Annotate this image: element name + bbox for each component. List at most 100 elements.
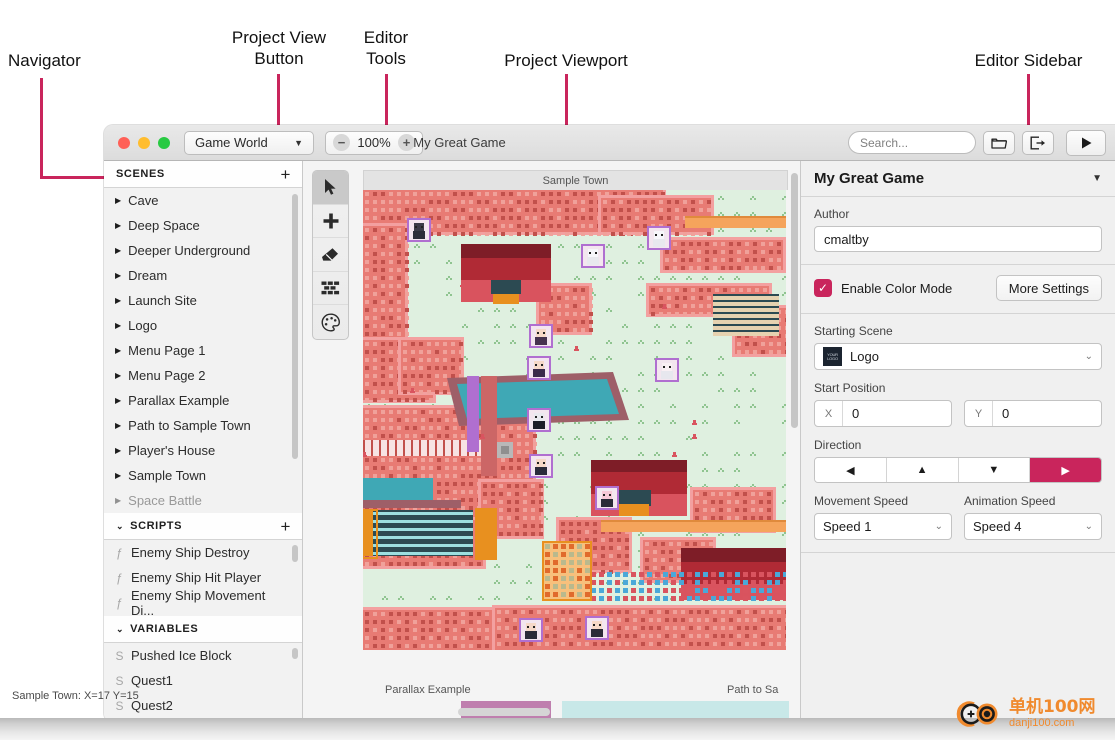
list-item[interactable]: ▶ Dream	[104, 263, 302, 288]
list-item[interactable]: ▶ Logo	[104, 313, 302, 338]
scene-name: Parallax Example	[128, 393, 230, 408]
movement-speed-select[interactable]: Speed 1 ⌄	[814, 513, 952, 540]
annotation-label-project-view-button: Project View Button	[231, 28, 327, 68]
author-field[interactable]: cmaltby	[814, 226, 1102, 252]
run-game-button[interactable]	[1066, 129, 1106, 156]
open-project-button[interactable]	[983, 130, 1015, 155]
folder-icon	[991, 138, 1007, 149]
chevron-right-icon: ▶	[115, 396, 122, 405]
start-position-y-field[interactable]: Y 0	[964, 400, 1102, 427]
variable-list[interactable]: S Pushed Ice Block S Quest1 S Quest2	[104, 643, 302, 722]
watermark-en: danji100.com	[1009, 717, 1075, 729]
scene-canvas[interactable]	[363, 190, 788, 674]
list-item[interactable]: ƒ Enemy Ship Destroy	[104, 540, 302, 565]
add-scene-button[interactable]: +	[280, 166, 291, 183]
maximize-window-button[interactable]	[158, 136, 170, 149]
add-script-button[interactable]: +	[280, 518, 291, 535]
list-item[interactable]: ▶ Path to Sample Town	[104, 413, 302, 438]
scene-name: Deeper Underground	[128, 243, 251, 258]
list-item[interactable]: ▶ Deeper Underground	[104, 238, 302, 263]
scene-thumbnail-icon: YOUR LOGO	[823, 347, 842, 366]
animation-speed-select[interactable]: Speed 4 ⌄	[964, 513, 1102, 540]
animation-speed-label: Animation Speed	[964, 494, 1056, 508]
script-list[interactable]: ƒ Enemy Ship Destroy ƒ Enemy Ship Hit Play…	[104, 540, 302, 616]
navigator-section-header-scenes[interactable]: SCENES +	[104, 161, 302, 188]
search-input[interactable]: Search...	[848, 131, 976, 154]
scene-name: Space Battle	[128, 493, 202, 508]
enable-color-mode-checkbox[interactable]: ✓	[814, 279, 832, 297]
scene-list-scrollbar[interactable]	[292, 194, 298, 459]
starting-scene-select[interactable]: YOUR LOGO Logo ⌄	[814, 343, 1102, 370]
tile-tool[interactable]	[313, 272, 348, 306]
export-project-button[interactable]	[1022, 130, 1054, 155]
direction-right-button[interactable]: ▶	[1030, 458, 1101, 482]
speed-row: Movement Speed Speed 1 ⌄ Animation Speed…	[814, 494, 1102, 540]
export-icon	[1030, 136, 1045, 149]
select-tool[interactable]	[313, 171, 348, 205]
list-item[interactable]: ▶ Deep Space	[104, 213, 302, 238]
add-tool[interactable]	[313, 205, 348, 239]
start-position-x-field[interactable]: X 0	[814, 400, 952, 427]
list-item[interactable]: ƒ Enemy Ship Movement Di...	[104, 588, 302, 617]
chevron-down-icon[interactable]: ▼	[1092, 173, 1102, 184]
plus-icon	[323, 213, 338, 229]
minimize-window-button[interactable]	[138, 136, 150, 149]
author-value: cmaltby	[824, 231, 869, 247]
paint-tool[interactable]	[313, 305, 348, 339]
start-position-label: Start Position	[814, 381, 886, 395]
viewport-vertical-scrollbar[interactable]	[791, 173, 798, 428]
direction-up-button[interactable]: ▲	[886, 458, 959, 482]
watermark-logo-icon	[956, 701, 998, 727]
list-item[interactable]: S Pushed Ice Block	[104, 643, 302, 668]
enable-color-mode-label: Enable Color Mode	[841, 280, 953, 296]
movement-speed-value: Speed 1	[823, 519, 872, 534]
scene-thumbnails-row: Parallax Example Path to Sa	[303, 674, 800, 722]
zoom-out-button[interactable]: −	[333, 134, 350, 151]
thumbnail-label: Parallax Example	[385, 684, 471, 696]
more-settings-button[interactable]: More Settings	[995, 275, 1102, 301]
starting-scene-value: Logo	[850, 349, 879, 364]
list-item[interactable]: ▶ Menu Page 2	[104, 363, 302, 388]
scene-name: Cave	[128, 193, 159, 208]
application-window: Game World ▼ − 100% + My Great Game Sear…	[104, 125, 1115, 722]
chevron-right-icon: ▶	[115, 446, 122, 455]
scene-name: Sample Town	[128, 468, 206, 483]
list-item[interactable]: ▶ Parallax Example	[104, 388, 302, 413]
variable-list-scrollbar[interactable]	[292, 648, 298, 659]
zoom-level-label: 100%	[357, 135, 391, 150]
direction-left-button[interactable]: ◀	[815, 458, 887, 482]
section-title-variables: VARIABLES	[130, 623, 199, 635]
list-item[interactable]: ▶ Cave	[104, 188, 302, 213]
viewport-main: Sample Town	[303, 161, 800, 674]
scene-name: Path to Sample Town	[128, 418, 251, 433]
list-item[interactable]: ▶ Launch Site	[104, 288, 302, 313]
direction-down-button[interactable]: ▼	[958, 458, 1031, 482]
scene-list[interactable]: ▶ Cave ▶ Deep Space ▶ Deeper Underground ▶ D…	[104, 188, 302, 513]
bricks-icon	[321, 281, 340, 294]
titlebar-actions: Search...	[848, 129, 1106, 156]
close-window-button[interactable]	[118, 136, 130, 149]
viewport-horizontal-scrollbar[interactable]	[458, 708, 550, 716]
viewport-status-text: Sample Town: X=17 Y=15	[12, 690, 139, 702]
navigator-section-header-variables[interactable]: ⌄ VARIABLES	[104, 616, 302, 643]
project-view-button[interactable]: Game World ▼	[184, 130, 314, 155]
list-item[interactable]: ▶ Menu Page 1	[104, 338, 302, 363]
list-item[interactable]: ▶ Player's House	[104, 438, 302, 463]
section-title-scenes: SCENES	[116, 168, 165, 180]
zoom-in-button[interactable]: +	[398, 134, 415, 151]
y-axis-label: Y	[965, 401, 993, 426]
list-item[interactable]: ▶ Space Battle	[104, 488, 302, 513]
list-item[interactable]: ▶ Sample Town	[104, 463, 302, 488]
list-item[interactable]: ƒ Enemy Ship Hit Player	[104, 565, 302, 590]
chevron-down-icon: ▼	[294, 137, 303, 148]
editor-sidebar: My Great Game ▼ Author cmaltby ✓ Enable …	[800, 161, 1115, 722]
chevron-down-icon: ⌄	[116, 623, 125, 634]
color-mode-section: ✓ Enable Color Mode More Settings	[801, 265, 1115, 314]
navigator-section-header-scripts[interactable]: ⌄ SCRIPTS +	[104, 513, 302, 540]
watermark: 单机100网 danji100.com	[956, 698, 1096, 730]
script-list-scrollbar[interactable]	[292, 545, 298, 562]
eraser-tool[interactable]	[313, 238, 348, 272]
animation-speed-value: Speed 4	[973, 519, 1022, 534]
chevron-right-icon: ▶	[115, 421, 122, 430]
annotation-line-navigator-h	[40, 176, 112, 179]
